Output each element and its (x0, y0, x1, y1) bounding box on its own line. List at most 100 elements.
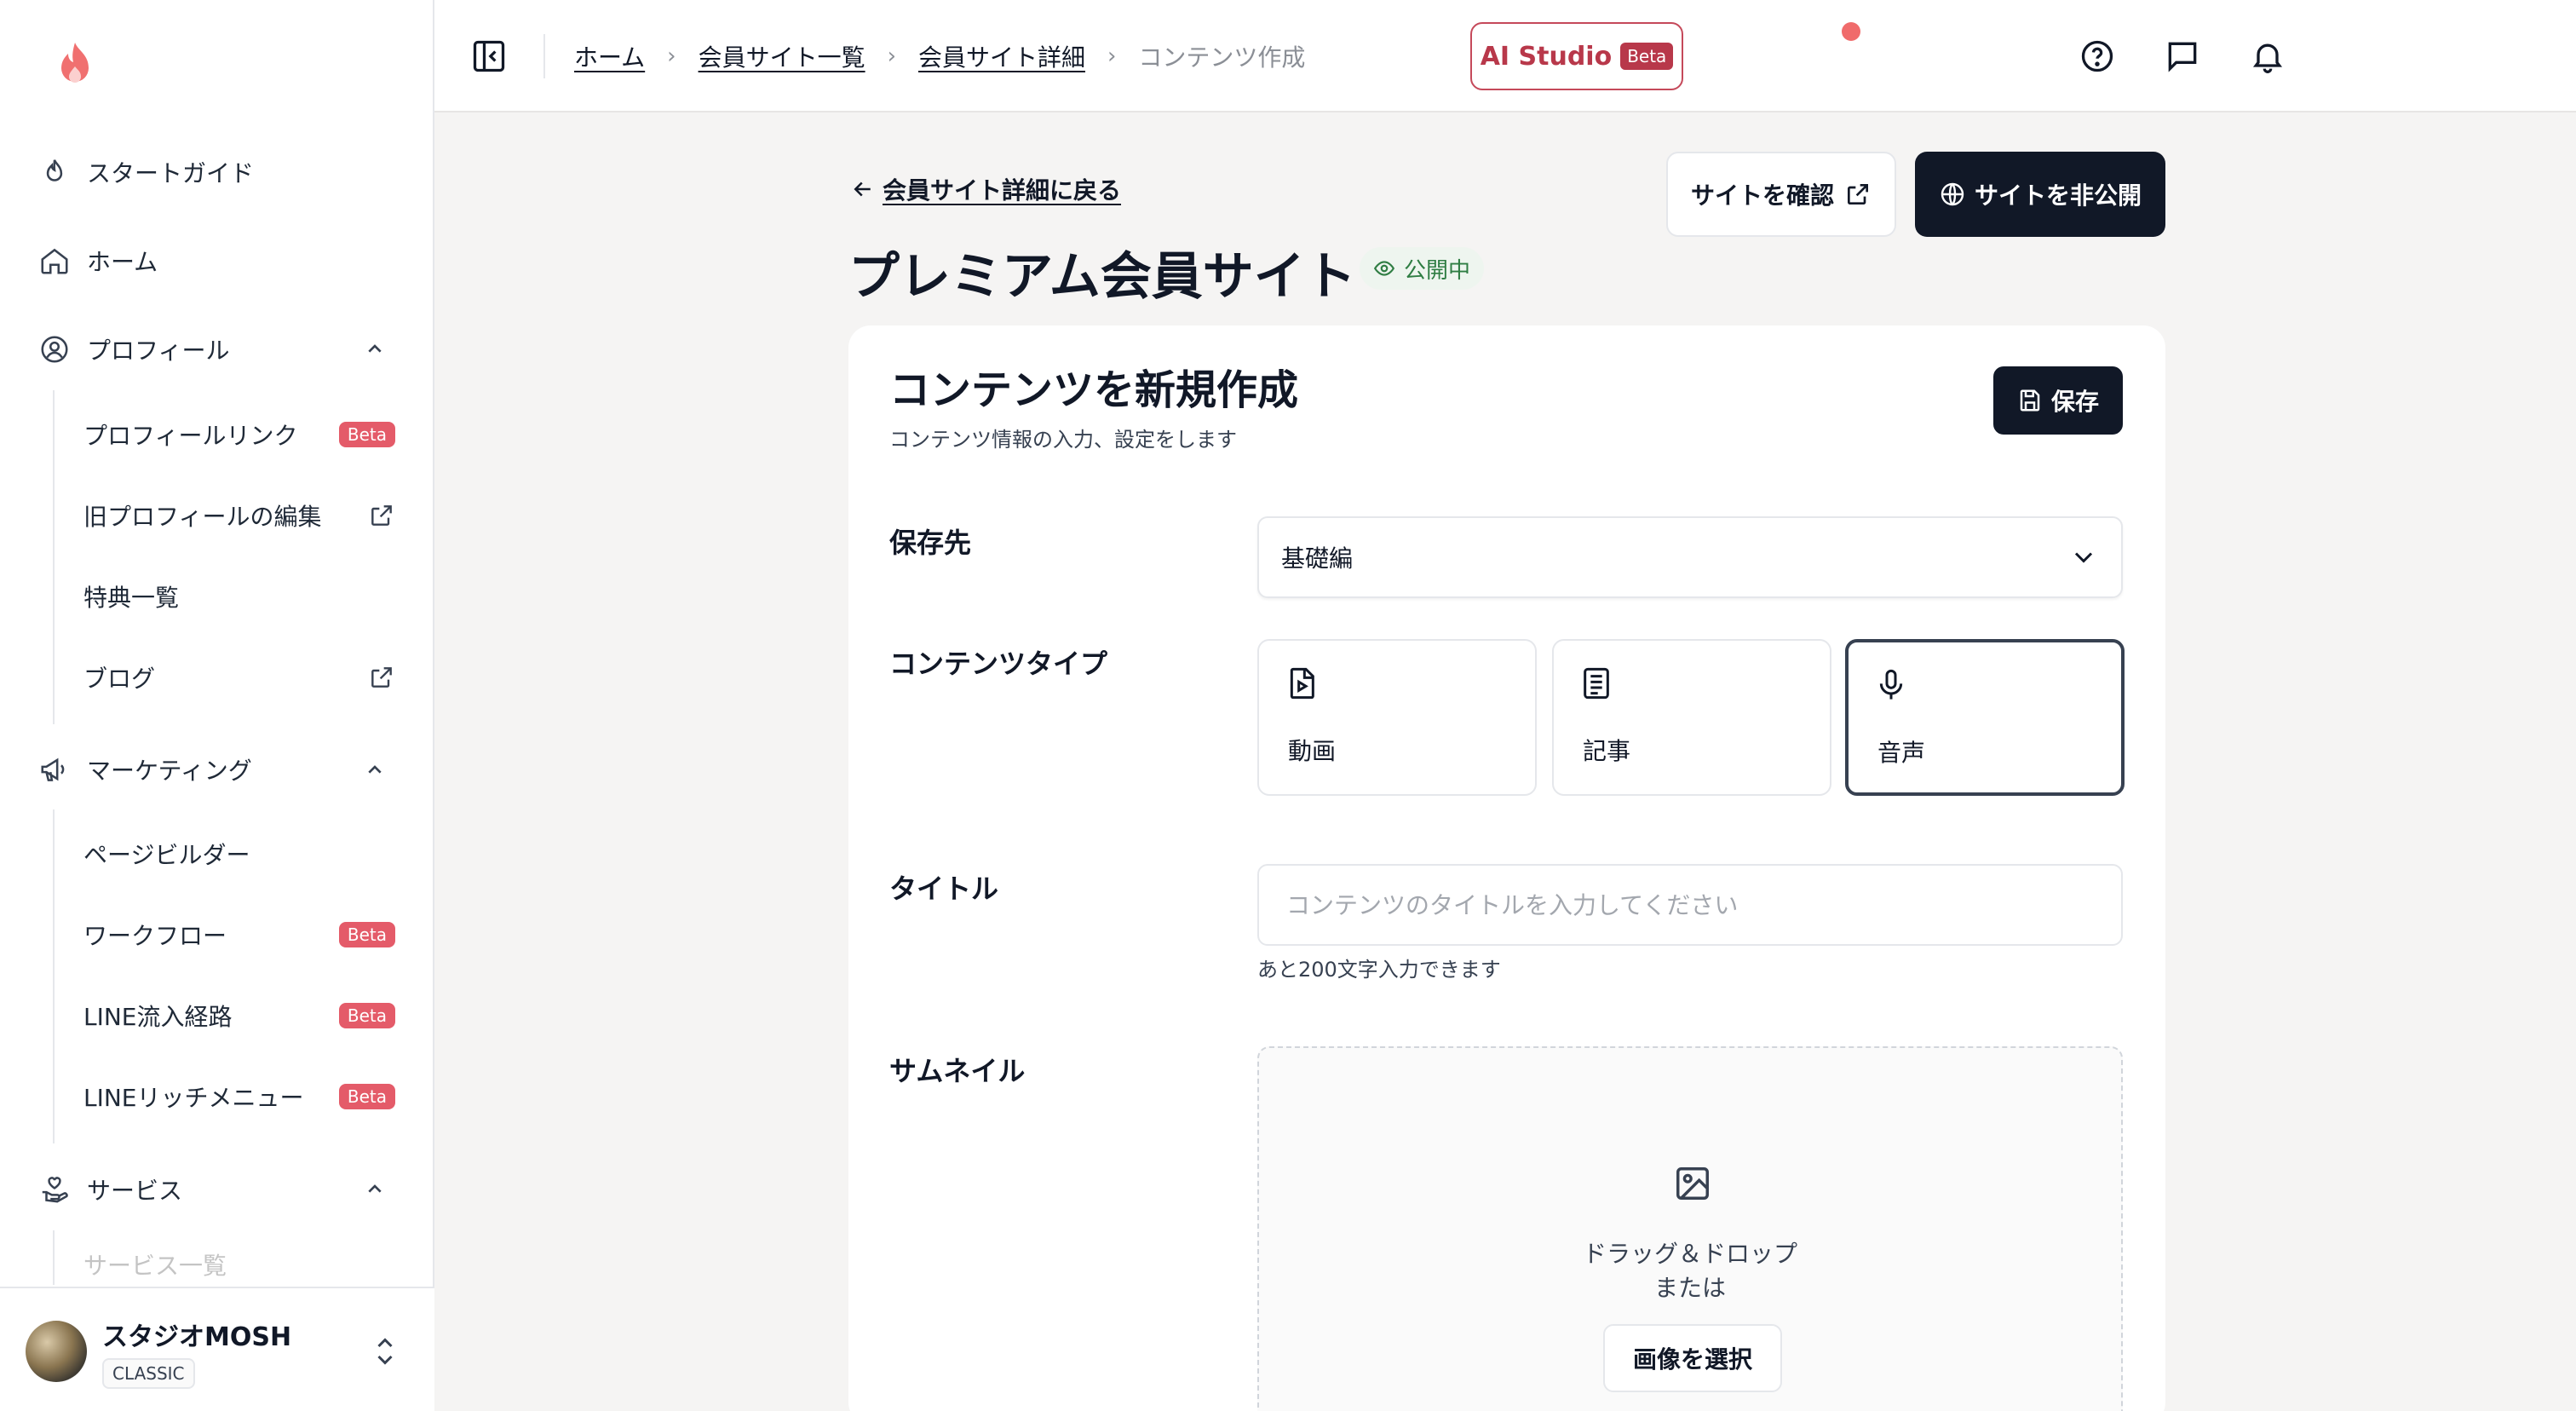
select-image-button[interactable]: 画像を選択 (1603, 1324, 1782, 1392)
bell-icon[interactable] (2249, 37, 2286, 75)
destination-value: 基礎編 (1281, 544, 1354, 573)
save-icon (2020, 389, 2040, 412)
help-icon[interactable] (2079, 37, 2116, 75)
subtree-line (53, 390, 55, 724)
sidebar-item-label: LINE流入経路 (83, 1003, 233, 1031)
beta-badge: Beta (338, 922, 395, 947)
destination-label: 保存先 (889, 527, 972, 559)
unpublish-site-button[interactable]: サイトを非公開 (1915, 152, 2165, 237)
chat-icon[interactable] (2164, 37, 2201, 75)
divider (543, 34, 545, 78)
sidebar-item-label: ホーム (87, 248, 158, 276)
dropzone-line-2: または (1653, 1274, 1726, 1302)
dropzone-line-1: ドラッグ＆ドロップ (1582, 1240, 1797, 1268)
view-site-button[interactable]: サイトを確認 (1666, 152, 1896, 237)
status-badge: 公開中 (1360, 247, 1485, 290)
beta-badge: Beta (338, 1084, 395, 1109)
sidebar-toggle-icon[interactable] (470, 37, 508, 75)
sidebar-item-label: 特典一覧 (83, 584, 180, 612)
sidebar-item-line-route[interactable]: LINE流入経路 Beta (83, 990, 395, 1041)
sidebar-item-legacy-profile[interactable]: 旧プロフィールの編集 (83, 490, 395, 541)
breadcrumb-current: コンテンツ作成 (1138, 43, 1306, 72)
save-label: 保存 (2050, 388, 2099, 416)
sidebar-item-benefits[interactable]: 特典一覧 (83, 571, 395, 622)
article-icon (1584, 667, 1609, 700)
title-char-count: あと200文字入力できます (1257, 958, 1501, 982)
content-type-label: コンテンツタイプ (889, 648, 1108, 680)
sidebar-item-label: マーケティング (87, 757, 252, 785)
megaphone-icon (37, 752, 72, 786)
chevron-right-icon: › (887, 43, 896, 69)
video-file-icon (1290, 667, 1314, 700)
content-type-article[interactable]: 記事 (1552, 639, 1831, 796)
sidebar-item-start-guide[interactable]: スタートガイド (37, 147, 254, 198)
content-type-video[interactable]: 動画 (1257, 639, 1537, 796)
user-name: スタジオMOSH (102, 1322, 292, 1352)
flame-logo-icon[interactable] (48, 37, 102, 92)
sidebar-item-profile-link[interactable]: プロフィールリンク Beta (83, 409, 395, 460)
sidebar: スタートガイド ホーム プロフィール プロフィールリンク Beta 旧プロフィー… (0, 0, 434, 1411)
content-type-label: 動画 (1288, 737, 1337, 765)
sidebar-item-label: スタートガイド (87, 159, 255, 187)
sidebar-item-page-builder[interactable]: ページビルダー (83, 828, 395, 879)
thumbnail-label: サムネイル (889, 1055, 1026, 1087)
content-type-label: 記事 (1583, 737, 1631, 765)
subtree-line (53, 1230, 55, 1285)
breadcrumb-member-sites[interactable]: 会員サイト一覧 (699, 39, 865, 73)
chevron-right-icon: › (1107, 43, 1117, 69)
notification-dot (1842, 22, 1860, 41)
home-icon (37, 244, 72, 278)
title-input[interactable] (1257, 864, 2123, 946)
sidebar-item-workflow[interactable]: ワークフロー Beta (83, 909, 395, 960)
content-form-card: コンテンツを新規作成 コンテンツ情報の入力、設定をします 保存 保存先 基礎編 … (848, 325, 2165, 1411)
content-type-label: 音声 (1877, 739, 1926, 767)
sidebar-item-blog[interactable]: ブログ (83, 652, 395, 703)
content-type-audio[interactable]: 音声 (1845, 639, 2125, 796)
dropzone-text: ドラッグ＆ドロップ または (1259, 1237, 2121, 1305)
beta-badge: Beta (1620, 43, 1674, 70)
chevron-up-icon[interactable] (361, 757, 388, 784)
avatar (26, 1321, 87, 1382)
ai-studio-button[interactable]: AI Studio Beta (1470, 22, 1683, 90)
thumbnail-dropzone[interactable]: ドラッグ＆ドロップ または 画像を選択 (1257, 1046, 2123, 1411)
sidebar-item-label: ページビルダー (83, 841, 250, 869)
subtree-line (53, 809, 55, 1143)
back-link-label: 会員サイト詳細に戻る (883, 176, 1122, 204)
sidebar-item-label: サービス (87, 1177, 183, 1205)
flame-icon (37, 155, 72, 189)
user-switcher[interactable]: スタジオMOSH CLASSIC (0, 1287, 434, 1411)
image-icon (1676, 1167, 1709, 1200)
page-title: プレミアム会員サイト (848, 247, 1356, 307)
sidebar-item-profile[interactable]: プロフィール (37, 324, 395, 375)
eye-icon (1373, 261, 1395, 276)
chevron-up-icon[interactable] (361, 336, 388, 363)
sidebar-item-label: ブログ (83, 665, 156, 693)
sidebar-item-label: プロフィール (87, 337, 230, 365)
sidebar-item-label: プロフィールリンク (83, 422, 298, 450)
sidebar-item-label: サービス一覧 (83, 1252, 227, 1280)
arrow-left-icon (854, 181, 871, 197)
save-button[interactable]: 保存 (1993, 366, 2123, 435)
chevron-down-icon (2074, 552, 2093, 563)
sidebar-item-line-rich-menu[interactable]: LINEリッチメニュー Beta (83, 1071, 395, 1122)
destination-select[interactable]: 基礎編 (1257, 516, 2123, 598)
sidebar-item-home[interactable]: ホーム (37, 235, 158, 286)
chevron-up-icon[interactable] (361, 1176, 388, 1203)
breadcrumb-member-site-detail[interactable]: 会員サイト詳細 (918, 39, 1085, 73)
sidebar-item-service-list[interactable]: サービス一覧 (83, 1247, 395, 1285)
back-link[interactable]: 会員サイト詳細に戻る (850, 170, 1121, 208)
sidebar-item-service[interactable]: サービス (37, 1164, 182, 1215)
breadcrumb: ホーム › 会員サイト一覧 › 会員サイト詳細 › コンテンツ作成 (574, 37, 1305, 75)
topbar: ホーム › 会員サイト一覧 › 会員サイト詳細 › コンテンツ作成 AI Stu… (434, 0, 2576, 112)
sidebar-item-label: ワークフロー (83, 922, 227, 950)
app-root: スタートガイド ホーム プロフィール プロフィールリンク Beta 旧プロフィー… (0, 0, 2576, 1411)
sidebar-item-marketing[interactable]: マーケティング (37, 744, 252, 795)
breadcrumb-home[interactable]: ホーム (574, 39, 645, 73)
microphone-icon (1879, 669, 1903, 700)
sidebar-item-label: LINEリッチメニュー (83, 1084, 304, 1112)
title-label: タイトル (889, 873, 999, 905)
beta-badge: Beta (338, 422, 395, 447)
status-label: 公開中 (1404, 257, 1471, 284)
external-link-icon (371, 505, 392, 526)
ai-studio-label: AI Studio (1480, 41, 1613, 72)
